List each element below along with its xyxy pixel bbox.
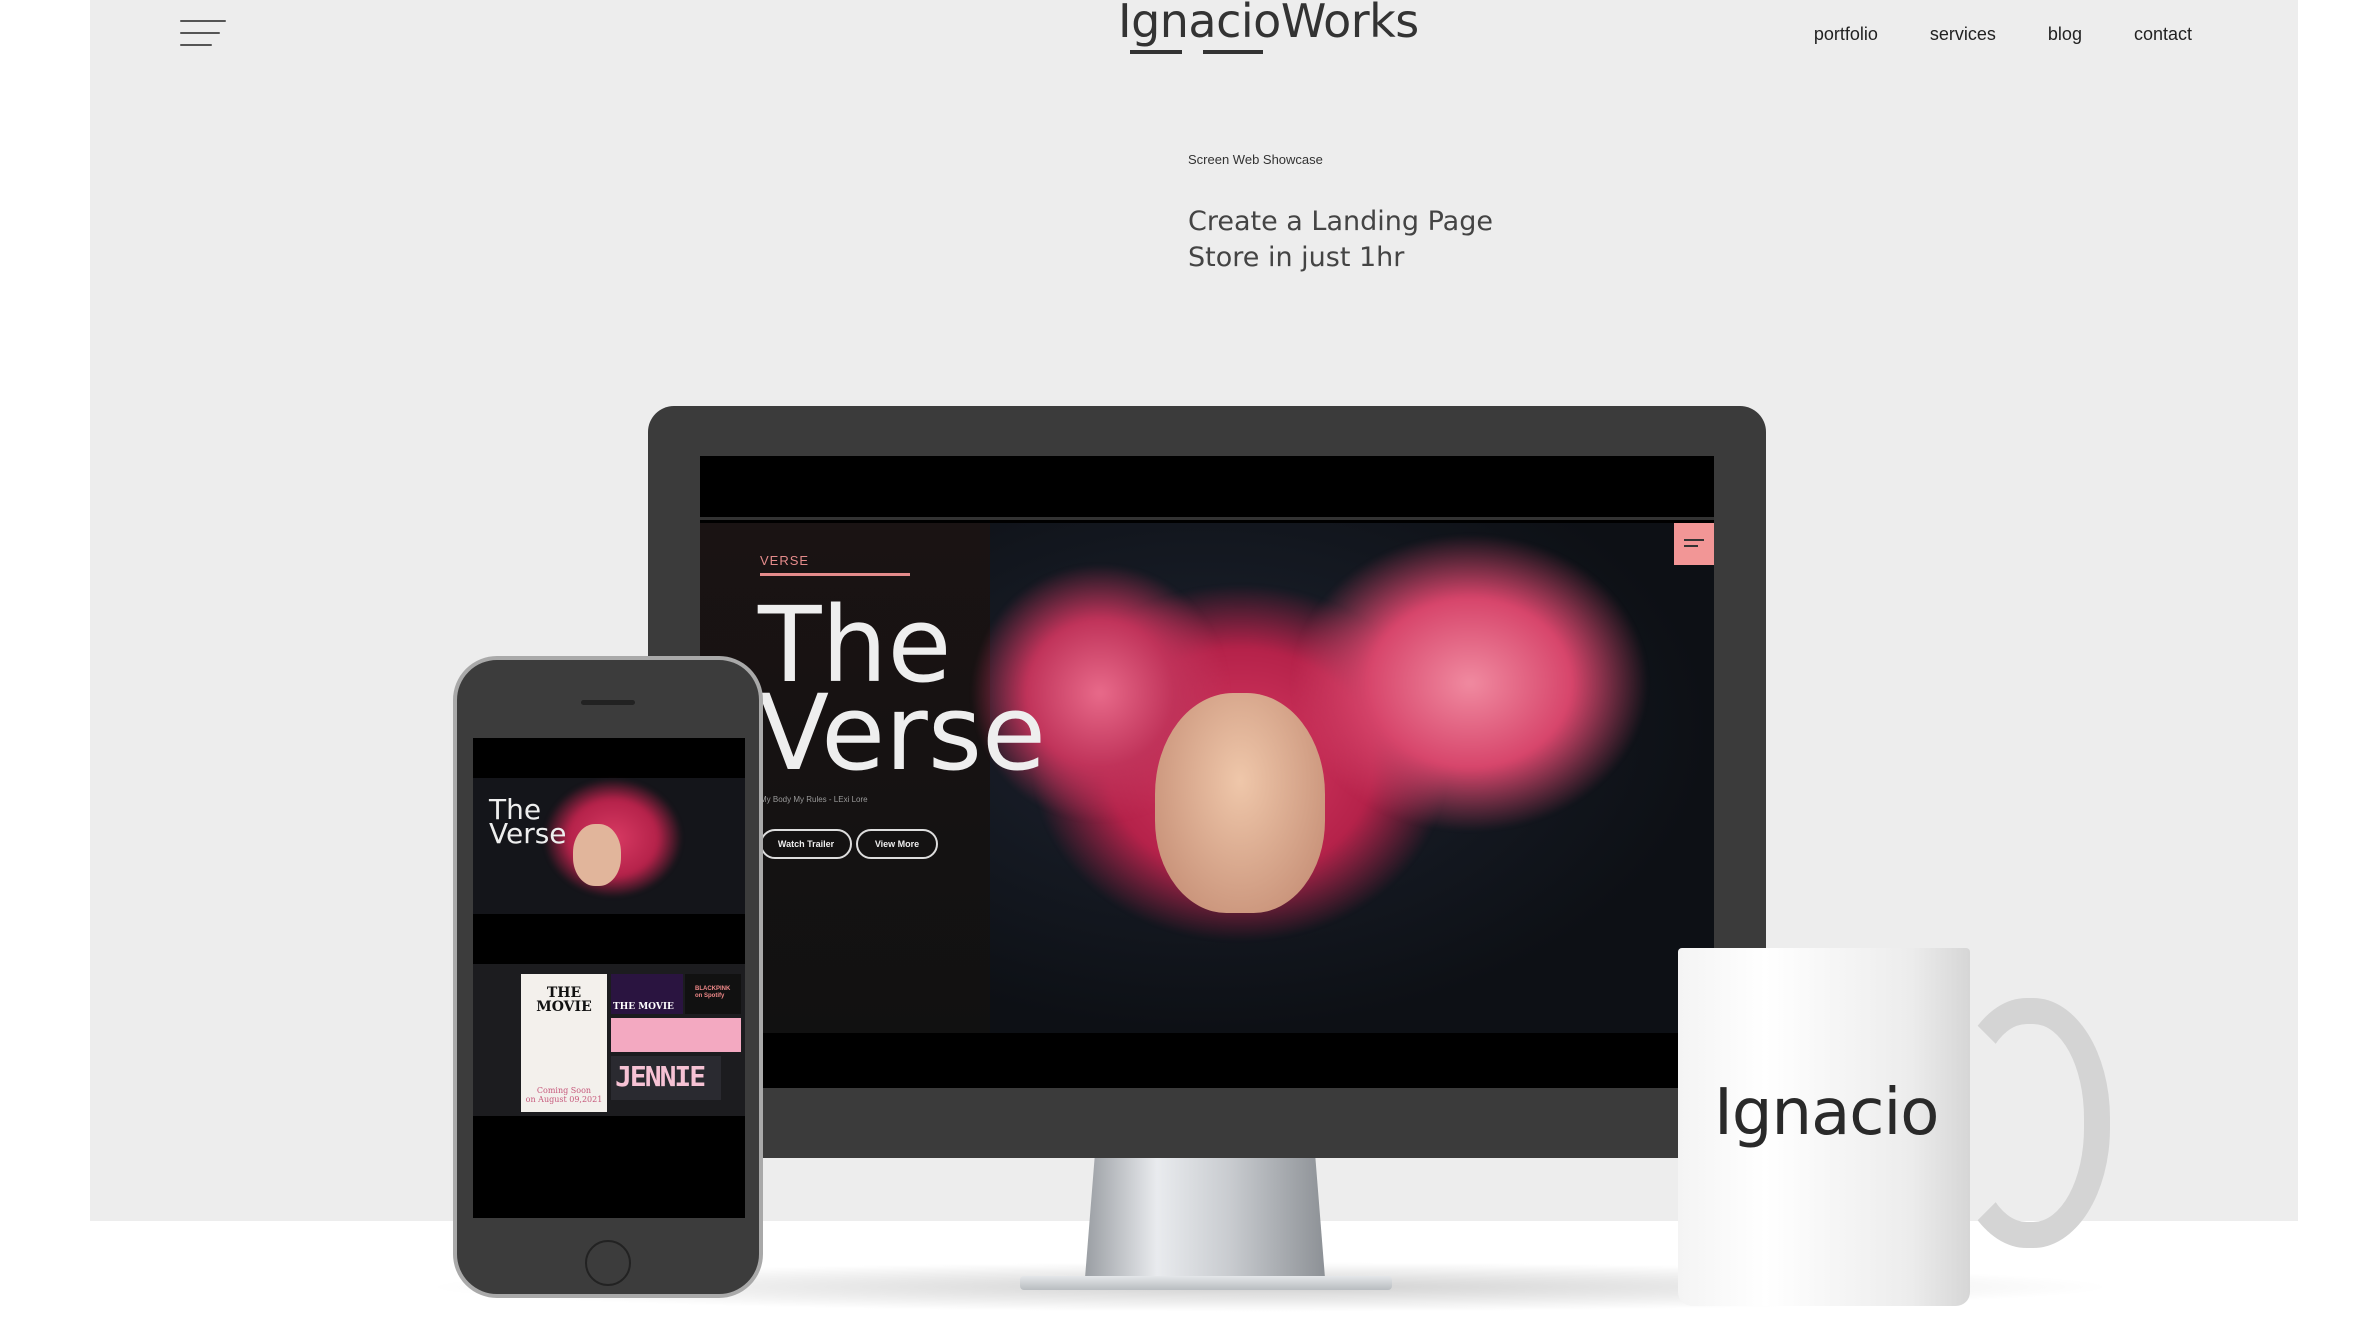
- hair-shape: [1290, 533, 1650, 833]
- verse-subtitle: My Body My Rules - LExi Lore: [760, 795, 868, 804]
- portrait-face: [1155, 693, 1325, 913]
- nav-contact[interactable]: contact: [2134, 24, 2192, 45]
- view-more-button[interactable]: View More: [856, 829, 938, 859]
- home-button[interactable]: [585, 1240, 631, 1286]
- site-topbar: [700, 456, 1714, 520]
- menu-icon[interactable]: [180, 18, 226, 48]
- phone-verse-title: The Verse: [489, 793, 567, 850]
- eyebrow-text: Screen Web Showcase: [1188, 152, 1323, 167]
- name-tile-text: JENNIE: [615, 1060, 706, 1093]
- nav-services[interactable]: services: [1930, 24, 1996, 45]
- hero-portrait-image: [970, 523, 1714, 1033]
- phone-hero: The Verse: [473, 778, 745, 914]
- main-nav: portfolio services blog contact: [1814, 24, 2192, 45]
- photo-strip-tile[interactable]: [611, 1018, 741, 1052]
- coffee-mug: Ignacio: [1678, 948, 1970, 1306]
- site-logo[interactable]: IgnacioWorks: [1118, 0, 1419, 48]
- site-hero: VERSE The Verse My Body My Rules - LExi …: [700, 523, 1714, 1033]
- nav-blog[interactable]: blog: [2048, 24, 2082, 45]
- verse-underline: [760, 573, 910, 576]
- headline-line-2: Store in just 1hr: [1188, 242, 1405, 273]
- headline-line-1: Create a Landing Page: [1188, 206, 1493, 237]
- phone-portrait-face: [573, 824, 621, 886]
- spotify-caption: BLACKPINK on Spotify: [695, 986, 731, 999]
- mobile-phone: The Verse THE MOVIE Coming Soon on Augus…: [453, 656, 763, 1298]
- logo-underline: [1130, 50, 1182, 54]
- watch-trailer-button[interactable]: Watch Trailer: [760, 829, 852, 859]
- mug-text: Ignacio: [1714, 1076, 1939, 1150]
- movie-tile[interactable]: THE MOVIE: [611, 974, 683, 1014]
- monitor-screen: VERSE The Verse My Body My Rules - LExi …: [700, 456, 1714, 1088]
- poster-title: THE MOVIE: [536, 985, 592, 1015]
- nav-portfolio[interactable]: portfolio: [1814, 24, 1878, 45]
- logo-underline: [1203, 50, 1263, 54]
- desktop-monitor: VERSE The Verse My Body My Rules - LExi …: [648, 406, 1766, 1158]
- hero-menu-button[interactable]: [1674, 523, 1714, 565]
- movie-tile-caption: THE MOVIE: [613, 1002, 674, 1012]
- verse-tag: VERSE: [760, 553, 810, 568]
- phone-screen: The Verse THE MOVIE Coming Soon on Augus…: [473, 738, 745, 1218]
- name-tile[interactable]: JENNIE: [611, 1056, 721, 1100]
- phone-gallery: THE MOVIE Coming Soon on August 09,2021 …: [473, 964, 745, 1116]
- poster-caption: Coming Soon on August 09,2021: [525, 1086, 603, 1104]
- spotify-tile[interactable]: BLACKPINK on Spotify: [685, 974, 741, 1014]
- mug-handle: [1950, 998, 2110, 1248]
- site-bottom-bar: [700, 1033, 1714, 1088]
- monitor-stand: [1085, 1158, 1325, 1278]
- movie-poster[interactable]: THE MOVIE Coming Soon on August 09,2021: [521, 974, 607, 1112]
- hero-headline: Create a Landing Page Store in just 1hr: [1188, 204, 1688, 276]
- phone-speaker: [581, 700, 635, 705]
- monitor-base: [1020, 1276, 1392, 1290]
- verse-title: The Verse: [758, 584, 1046, 794]
